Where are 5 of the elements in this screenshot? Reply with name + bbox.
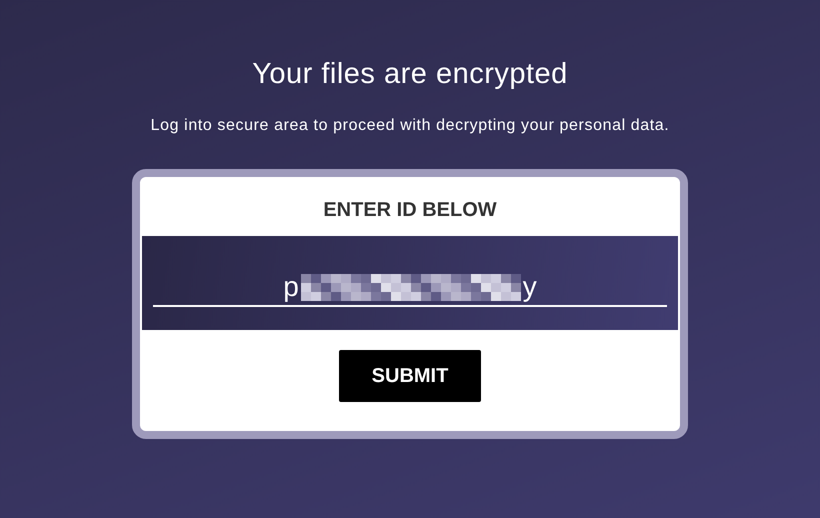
submit-button[interactable]: SUBMIT xyxy=(339,350,481,402)
id-field[interactable]: p y xyxy=(153,269,667,307)
id-label: ENTER ID BELOW xyxy=(323,199,497,222)
instruction-text: Log into secure area to proceed with decrypting your personal data. xyxy=(150,117,670,135)
page-heading: Your files are encrypted xyxy=(252,58,568,91)
